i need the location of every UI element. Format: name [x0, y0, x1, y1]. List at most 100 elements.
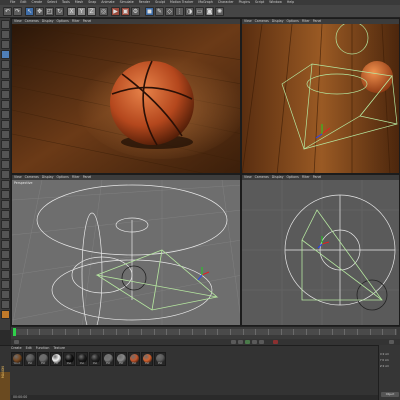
viewport-menu-item[interactable]: View [14, 19, 22, 24]
material-swatch[interactable]: Mat [128, 352, 140, 366]
material-menu-item[interactable]: Edit [26, 346, 32, 351]
play-button[interactable] [245, 340, 250, 344]
material-swatch[interactable]: Mat [24, 352, 36, 366]
viewport-menu-item[interactable]: Cameras [255, 175, 269, 180]
left-tool-button[interactable] [1, 100, 10, 109]
viewport-menu-item[interactable]: Panel [313, 19, 322, 24]
viewport-menu-item[interactable]: Cameras [255, 19, 269, 24]
material-swatch[interactable]: Wood [11, 352, 23, 366]
coordinate-system-button[interactable]: ◎ [99, 7, 108, 16]
viewport-menu-item[interactable]: Filter [72, 175, 80, 180]
deformer-button[interactable]: ◑ [185, 7, 194, 16]
viewport-right[interactable]: View Cameras Display Options Filter Panel [241, 174, 400, 326]
left-tool-button[interactable] [1, 90, 10, 99]
viewport-menu-item[interactable]: Options [57, 19, 69, 24]
left-tool-button[interactable] [1, 280, 10, 289]
left-tool-button[interactable] [1, 310, 10, 319]
y-axis-button[interactable]: Y [77, 7, 86, 16]
viewport-menu-item[interactable]: View [244, 175, 252, 180]
viewport-menu-item[interactable]: Display [272, 175, 284, 180]
left-tool-button[interactable] [1, 170, 10, 179]
material-swatch[interactable]: Mat [141, 352, 153, 366]
material-swatch[interactable]: Mat [102, 352, 114, 366]
viewport-menu-item[interactable]: Panel [313, 175, 322, 180]
viewport-menu-item[interactable]: View [14, 175, 22, 180]
pen-button[interactable]: ✎ [155, 7, 164, 16]
playhead[interactable] [13, 328, 16, 336]
left-tool-button[interactable] [1, 250, 10, 259]
viewport-camera[interactable]: View Cameras Display Options Filter Panel [241, 18, 400, 174]
viewport-menu-item[interactable]: View [244, 19, 252, 24]
viewport-menu-item[interactable]: Filter [72, 19, 80, 24]
viewport-menu-item[interactable]: Cameras [25, 19, 39, 24]
left-tool-button[interactable] [1, 300, 10, 309]
start-frame-field[interactable] [14, 340, 19, 344]
rotate-button[interactable]: ↻ [55, 7, 64, 16]
next-frame-button[interactable] [252, 340, 257, 344]
material-swatch[interactable]: Mat [63, 352, 75, 366]
coord-y-field[interactable]: Y 0 cm [380, 359, 400, 363]
timeline[interactable] [11, 326, 400, 339]
viewport-menu-item[interactable]: Panel [83, 19, 92, 24]
x-axis-button[interactable]: X [67, 7, 76, 16]
left-tool-button[interactable] [1, 110, 10, 119]
viewport-menu-item[interactable]: Options [287, 19, 299, 24]
camera-button[interactable]: ◙ [205, 7, 214, 16]
viewport-perspective-wire[interactable]: View Cameras Display Options Filter Panel Per… [11, 174, 241, 326]
left-tool-button[interactable] [1, 160, 10, 169]
coord-x-field[interactable]: X 0 cm [380, 353, 400, 357]
record-button[interactable] [273, 340, 278, 344]
viewport-menu-item[interactable]: Filter [302, 19, 310, 24]
material-swatch[interactable]: Mat [76, 352, 88, 366]
material-swatch[interactable]: Mat [154, 352, 166, 366]
material-menu-item[interactable]: Texture [53, 346, 65, 351]
left-tool-button[interactable] [1, 130, 10, 139]
render-settings-button[interactable]: ⚙ [131, 7, 140, 16]
left-tool-button[interactable] [1, 230, 10, 239]
light-button[interactable]: ✺ [215, 7, 224, 16]
left-tool-button[interactable] [1, 80, 10, 89]
goto-end-button[interactable] [259, 340, 264, 344]
left-tool-button[interactable] [1, 270, 10, 279]
left-tool-button[interactable] [1, 20, 10, 29]
material-swatch[interactable]: Mat [37, 352, 49, 366]
left-tool-button[interactable] [1, 60, 10, 69]
left-tool-button[interactable] [1, 70, 10, 79]
left-tool-button[interactable] [1, 150, 10, 159]
material-swatch[interactable]: Mat [50, 352, 62, 366]
move-button[interactable]: ✥ [35, 7, 44, 16]
prev-frame-button[interactable] [238, 340, 243, 344]
end-frame-field[interactable] [389, 340, 394, 344]
array-button[interactable]: ⋮ [175, 7, 184, 16]
left-tool-button[interactable] [1, 200, 10, 209]
live-selection-button[interactable]: ↖ [25, 7, 34, 16]
z-axis-button[interactable]: Z [87, 7, 96, 16]
render-picture-viewer-button[interactable]: ▣ [121, 7, 130, 16]
timeline-ruler[interactable] [14, 329, 397, 335]
left-tool-button[interactable] [1, 180, 10, 189]
viewport-menu-item[interactable]: Display [42, 19, 54, 24]
viewport-menu-item[interactable]: Options [287, 175, 299, 180]
left-tool-button[interactable] [1, 30, 10, 39]
viewport-menu-item[interactable]: Cameras [25, 175, 39, 180]
undo-button[interactable]: ↶ [3, 7, 12, 16]
viewport-perspective-render[interactable]: View Cameras Display Options Filter Panel [11, 18, 241, 174]
material-swatch[interactable]: Mat [115, 352, 127, 366]
subdivision-button[interactable]: ◇ [165, 7, 174, 16]
viewport-menu-item[interactable]: Display [272, 19, 284, 24]
left-tool-button[interactable] [1, 40, 10, 49]
coord-z-field[interactable]: Z 0 cm [380, 365, 400, 369]
left-tool-button[interactable] [1, 220, 10, 229]
cube-button[interactable]: ◼ [145, 7, 154, 16]
left-tool-button[interactable] [1, 240, 10, 249]
scale-button[interactable]: ◰ [45, 7, 54, 16]
left-tool-button[interactable] [1, 50, 10, 59]
left-tool-button[interactable] [1, 210, 10, 219]
object-mode-dropdown[interactable]: Object [381, 392, 399, 397]
left-tool-button[interactable] [1, 190, 10, 199]
material-menu-item[interactable]: Function [36, 346, 50, 351]
floor-button[interactable]: ▭ [195, 7, 204, 16]
left-tool-button[interactable] [1, 120, 10, 129]
left-tool-button[interactable] [1, 260, 10, 269]
material-swatch[interactable]: Mat [89, 352, 101, 366]
